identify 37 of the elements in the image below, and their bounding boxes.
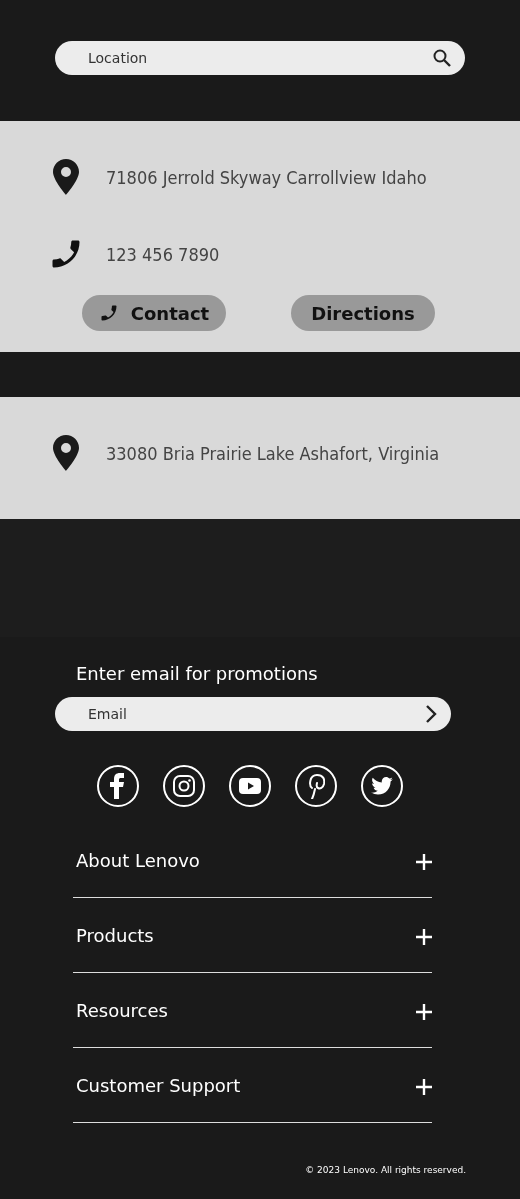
directions-button[interactable]: Directions: [291, 295, 435, 331]
footer-section-title[interactable]: Products: [76, 924, 154, 946]
footer-section-title[interactable]: Customer Support: [76, 1074, 241, 1096]
expand-button[interactable]: [416, 1004, 432, 1020]
promo-label: Enter email for promotions: [76, 663, 319, 684]
email-field[interactable]: Email: [88, 706, 425, 722]
store-address: 71806 Jerrold Skyway Carrollview Idaho: [106, 166, 427, 188]
email-bar[interactable]: Email: [55, 697, 451, 731]
social-link[interactable]: [163, 765, 205, 807]
plus-icon: [416, 929, 432, 945]
footer-section-title[interactable]: About Lenovo: [76, 849, 200, 871]
copyright-text: © 2023 Lenovo. All rights reserved.: [305, 1165, 466, 1175]
location-search-field[interactable]: Location: [88, 49, 433, 66]
social-link[interactable]: [229, 765, 271, 807]
location-pin-icon: [53, 159, 79, 195]
play-icon: [239, 778, 261, 794]
social-link[interactable]: [361, 765, 403, 807]
expand-button[interactable]: [416, 854, 432, 870]
footer-section-title[interactable]: Resources: [76, 999, 168, 1021]
instagram-icon: [173, 775, 195, 797]
chevron-right-icon[interactable]: [425, 704, 437, 724]
contact-button[interactable]: Contact: [82, 295, 226, 331]
expand-button[interactable]: [416, 929, 432, 945]
pinterest-icon: [307, 773, 325, 799]
expand-button[interactable]: [416, 1079, 432, 1095]
plus-icon: [416, 1079, 432, 1095]
phone-number: 123 456 7890: [106, 243, 220, 265]
plus-icon: [416, 854, 432, 870]
store-address: 33080 Bria Prairie Lake Ashafort, Virginia: [106, 442, 440, 464]
social-link[interactable]: [295, 765, 337, 807]
social-link[interactable]: [97, 765, 139, 807]
facebook-icon: [110, 773, 126, 799]
search-icon: [433, 48, 451, 67]
search-bar[interactable]: Location: [55, 40, 465, 75]
plus-icon: [416, 1004, 432, 1020]
bird-icon: [371, 777, 393, 795]
location-pin-icon: [53, 435, 79, 471]
